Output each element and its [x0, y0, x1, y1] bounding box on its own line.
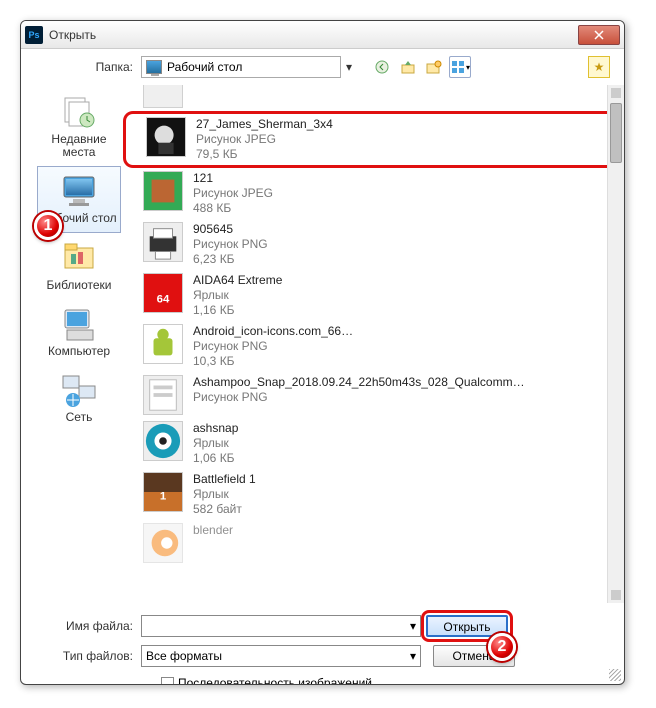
file-name: Android_icon-icons.com_66… — [193, 324, 353, 339]
folder-value: Рабочий стол — [167, 60, 242, 74]
file-size: 79,5 КБ — [196, 147, 333, 162]
close-button[interactable] — [578, 25, 620, 45]
favorites-icon[interactable]: ★ — [588, 56, 610, 78]
file-name: ashsnap — [193, 421, 238, 436]
filename-label: Имя файла: — [21, 619, 141, 633]
file-name: AIDA64 Extreme — [193, 273, 282, 288]
file-thumb — [143, 171, 183, 211]
list-item[interactable]: 34,3 КБ — [123, 85, 624, 111]
new-folder-icon[interactable] — [423, 56, 445, 78]
callout-badge-2: 2 — [488, 633, 516, 661]
filename-input[interactable]: ▾ — [141, 615, 421, 637]
desktop-icon — [146, 60, 162, 74]
list-item[interactable]: Android_icon-icons.com_66… Рисунок PNG 1… — [123, 321, 624, 372]
file-thumb — [143, 421, 183, 461]
sidebar-item-recent[interactable]: Недавние места — [37, 87, 121, 166]
list-item[interactable]: blender — [123, 520, 624, 566]
file-size: 488 КБ — [193, 201, 273, 216]
callout-badge-1: 1 — [34, 212, 62, 240]
file-name: Ashampoo_Snap_2018.09.24_22h50m43s_028_Q… — [193, 375, 525, 390]
view-icon[interactable]: ▾ — [449, 56, 471, 78]
libraries-icon — [59, 240, 99, 276]
window-title: Открыть — [49, 28, 578, 42]
file-thumb — [143, 523, 183, 563]
file-name: Battlefield 1 — [193, 472, 256, 487]
recent-icon — [59, 94, 99, 130]
sidebar-item-label: Сеть — [40, 411, 118, 424]
svg-text:64: 64 — [157, 294, 170, 306]
sidebar-item-label: Библиотеки — [40, 279, 118, 292]
file-type: Ярлык — [193, 487, 256, 502]
file-name: 905645 — [193, 222, 268, 237]
up-icon[interactable] — [397, 56, 419, 78]
scrollbar-thumb[interactable] — [610, 103, 622, 163]
list-item[interactable]: 27_James_Sherman_3x4 Рисунок JPEG 79,5 К… — [123, 111, 624, 168]
list-item[interactable]: 64 AIDA64 Extreme Ярлык 1,16 КБ — [123, 270, 624, 321]
svg-text:1: 1 — [160, 491, 167, 503]
sidebar-item-desktop[interactable]: Рабочий стол 1 — [37, 166, 121, 232]
list-item[interactable]: 905645 Рисунок PNG 6,23 КБ — [123, 219, 624, 270]
file-type: Ярлык — [193, 436, 238, 451]
file-name: 121 — [193, 171, 273, 186]
sequence-label: Последовательность изображений — [178, 676, 372, 685]
file-type: Рисунок JPEG — [193, 186, 273, 201]
list-item[interactable]: ashsnap Ярлык 1,06 КБ — [123, 418, 624, 469]
list-item[interactable]: 1 Battlefield 1 Ярлык 582 байт — [123, 469, 624, 520]
file-thumb — [143, 222, 183, 262]
filetype-combo[interactable]: Все форматы▾ — [141, 645, 421, 667]
file-type: Рисунок JPEG — [196, 132, 333, 147]
desktop-icon — [59, 173, 99, 209]
network-icon — [59, 372, 99, 408]
sidebar-item-label: Недавние места — [40, 133, 118, 159]
list-item[interactable]: Ashampoo_Snap_2018.09.24_22h50m43s_028_Q… — [123, 372, 624, 418]
folder-label: Папка: — [21, 60, 141, 74]
titlebar: Ps Открыть — [21, 21, 624, 49]
computer-icon — [59, 306, 99, 342]
file-type: Ярлык — [193, 288, 282, 303]
close-icon — [594, 30, 604, 40]
chevron-down-icon[interactable]: ▾ — [410, 619, 416, 633]
open-dialog: Ps Открыть Папка: Рабочий стол ▾ ▾ ★ Нед… — [20, 20, 625, 685]
file-thumb: 64 — [143, 273, 183, 313]
file-type: Рисунок PNG — [193, 390, 525, 405]
filetype-label: Тип файлов: — [21, 649, 141, 663]
file-size: 1,06 КБ — [193, 451, 238, 466]
sidebar-item-libraries[interactable]: Библиотеки — [37, 233, 121, 299]
back-icon[interactable] — [371, 56, 393, 78]
file-type: Рисунок PNG — [193, 339, 353, 354]
chevron-down-icon[interactable]: ▾ — [410, 649, 416, 663]
file-name: 27_James_Sherman_3x4 — [196, 117, 333, 132]
list-item[interactable]: 121 Рисунок JPEG 488 КБ — [123, 168, 624, 219]
file-thumb — [143, 375, 183, 415]
file-size: 6,23 КБ — [193, 252, 268, 267]
resize-grip[interactable] — [609, 669, 621, 681]
file-size: 582 байт — [193, 502, 256, 517]
file-thumb: 1 — [143, 472, 183, 512]
file-size: 10,3 КБ — [193, 354, 353, 369]
sidebar-item-computer[interactable]: Компьютер — [37, 299, 121, 365]
app-icon: Ps — [25, 26, 43, 44]
file-size: 1,16 КБ — [193, 303, 282, 318]
file-type: Рисунок PNG — [193, 237, 268, 252]
bottom-panel: Имя файла: ▾ Открыть 2 Тип файлов: Все ф… — [21, 603, 624, 685]
combo-arrow-icon[interactable]: ▾ — [341, 60, 357, 74]
scrollbar[interactable] — [607, 85, 624, 603]
nav-icons: ▾ — [371, 56, 471, 78]
file-list[interactable]: 34,3 КБ 27_James_Sherman_3x4 Рисунок JPE… — [123, 85, 624, 603]
file-name: blender — [193, 523, 233, 538]
sequence-checkbox[interactable] — [161, 677, 174, 686]
sidebar-item-label: Компьютер — [40, 345, 118, 358]
file-thumb — [143, 324, 183, 364]
places-sidebar: Недавние места Рабочий стол 1 Библиотеки… — [35, 85, 123, 603]
file-thumb — [146, 117, 186, 157]
folder-combo[interactable]: Рабочий стол — [141, 56, 341, 78]
file-thumb — [143, 85, 183, 108]
open-highlight: Открыть 2 — [421, 610, 513, 642]
folder-toolbar: Папка: Рабочий стол ▾ ▾ ★ — [21, 49, 624, 85]
sidebar-item-network[interactable]: Сеть — [37, 365, 121, 431]
